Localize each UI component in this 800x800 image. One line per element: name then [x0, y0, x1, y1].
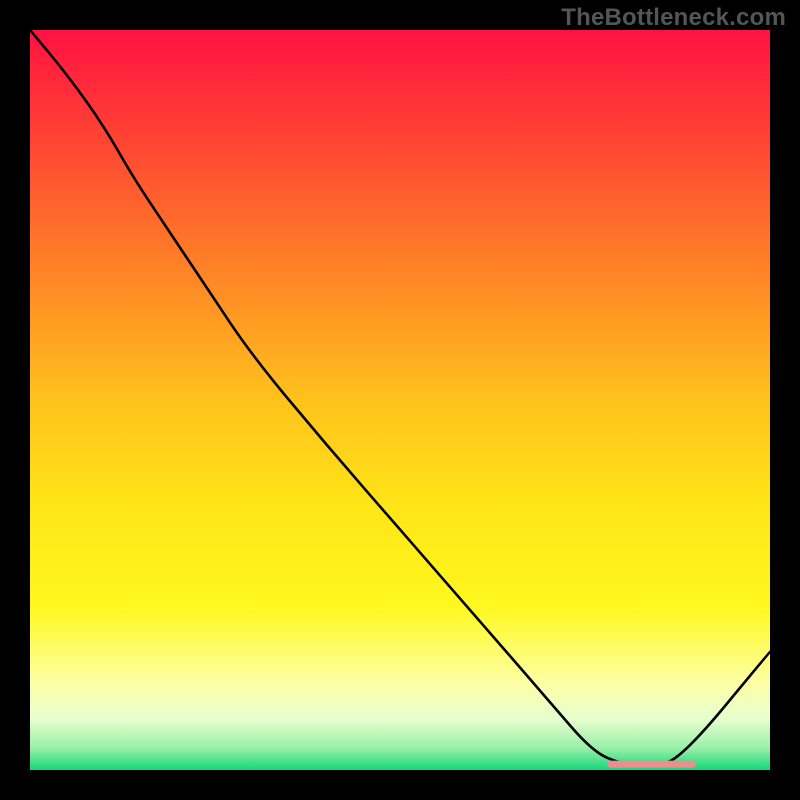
plot-area	[30, 30, 770, 770]
gradient-background	[30, 30, 770, 770]
optimal-range-marker	[607, 761, 696, 768]
watermark-text: TheBottleneck.com	[561, 4, 786, 32]
figure-container: TheBottleneck.com	[0, 0, 800, 800]
chart-svg	[30, 30, 770, 770]
